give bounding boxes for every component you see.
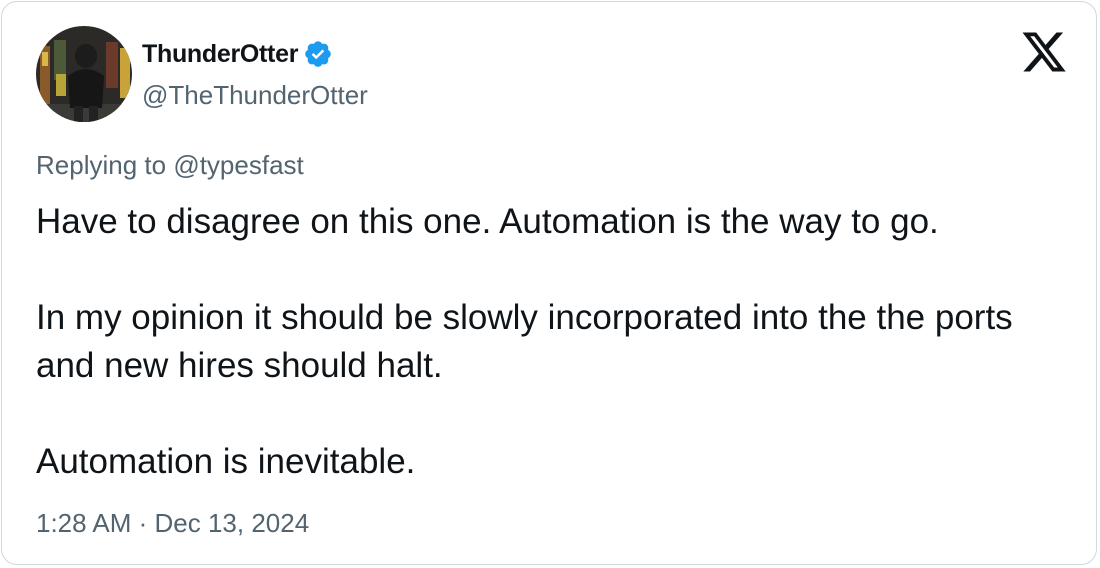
tweet-paragraph: In my opinion it should be slowly incorp… xyxy=(36,298,1013,385)
avatar-image xyxy=(36,26,132,122)
tweet-text: Have to disagree on this one. Automation… xyxy=(36,198,1076,486)
author-name-row: ThunderOtter xyxy=(142,36,333,72)
verified-badge-icon xyxy=(305,41,331,67)
reply-mention-link[interactable]: @typesfast xyxy=(173,150,303,180)
tweet-paragraph: Have to disagree on this one. Automation… xyxy=(36,202,939,241)
tweet-paragraph: Automation is inevitable. xyxy=(36,442,416,481)
x-logo-icon[interactable] xyxy=(1020,32,1068,76)
tweet-timestamp[interactable]: 1:28 AM · Dec 13, 2024 xyxy=(36,508,309,539)
tweet-card: ThunderOtter @TheThunderOtter Replying t… xyxy=(1,1,1097,565)
author-handle[interactable]: @TheThunderOtter xyxy=(142,80,368,111)
reply-context: Replying to @typesfast xyxy=(36,150,304,181)
display-name[interactable]: ThunderOtter xyxy=(142,40,298,69)
avatar[interactable] xyxy=(36,26,132,122)
reply-prefix: Replying to xyxy=(36,150,167,180)
